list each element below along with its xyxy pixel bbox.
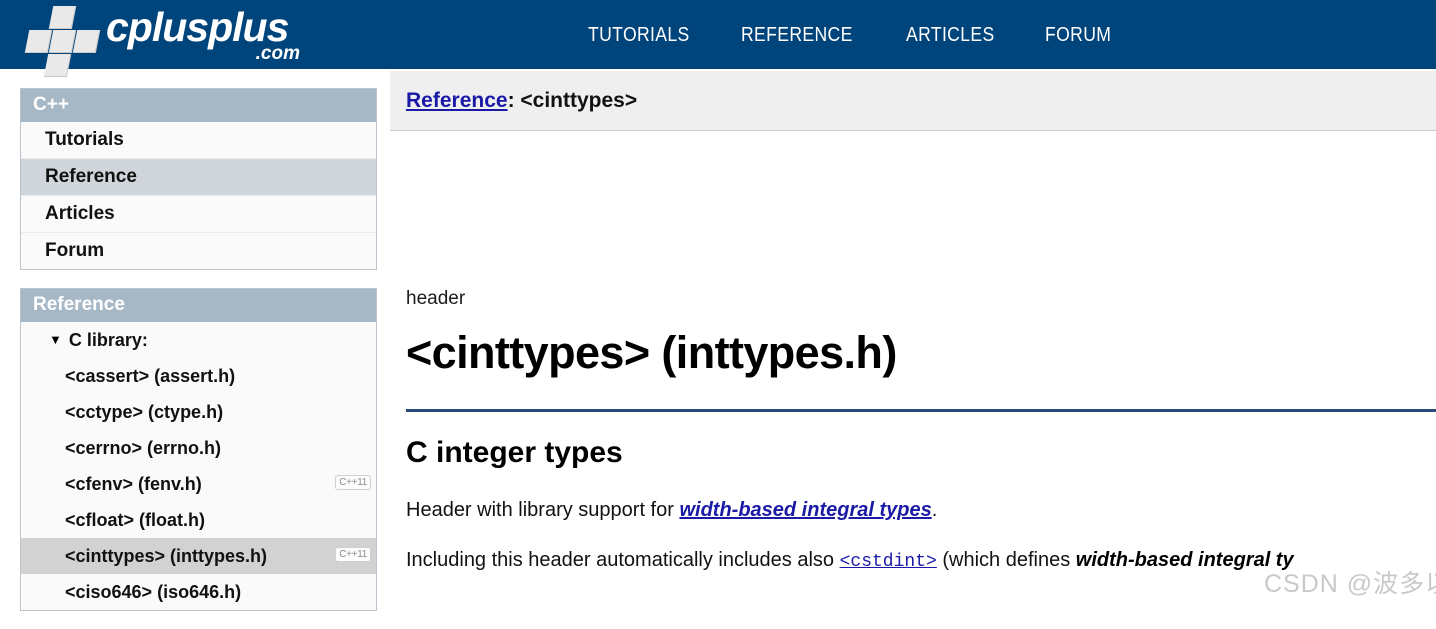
sidebar-item-forum[interactable]: Forum <box>21 232 376 269</box>
para1-text-after: . <box>931 499 938 522</box>
para2-text-before: Including this header automatically incl… <box>406 549 840 572</box>
reference-tree: ▼ C library: <cassert> (assert.h) <cctype… <box>21 322 376 610</box>
paragraph-includes: Including this header automatically incl… <box>406 546 1420 576</box>
site-logo[interactable]: cplusplus .com <box>22 0 306 77</box>
tree-item-label: <cfenv> (fenv.h) <box>65 474 202 494</box>
cpp-panel-title: C++ <box>21 89 376 122</box>
site-header: cplusplus .com TUTORIALS REFERENCE ARTIC… <box>0 0 1436 77</box>
link-cstdint[interactable]: <cstdint> <box>840 552 937 572</box>
tree-item-cerrno[interactable]: <cerrno> (errno.h) <box>21 430 376 466</box>
tree-item-cfenv[interactable]: <cfenv> (fenv.h) C++11 <box>21 466 376 502</box>
cpp-panel-list: Tutorials Reference Articles Forum <box>21 122 376 269</box>
tree-item-cfloat[interactable]: <cfloat> (float.h) <box>21 502 376 538</box>
tree-item-label: <cctype> (ctype.h) <box>65 402 224 422</box>
article: header <cinttypes> (inttypes.h) C intege… <box>390 288 1436 576</box>
tree-item-label: <cassert> (assert.h) <box>65 366 236 386</box>
link-width-based-integral-types[interactable]: width-based integral types <box>679 499 931 521</box>
cpp11-badge: C++11 <box>335 475 371 490</box>
logo-wordmark: cplusplus .com <box>106 4 306 66</box>
para2-text-mid: (which defines <box>936 549 1076 572</box>
breadcrumb-link-reference[interactable]: Reference <box>406 89 508 113</box>
section-heading: C integer types <box>406 436 623 470</box>
tree-item-label: <cfloat> (float.h) <box>65 510 206 530</box>
tree-item-c-library[interactable]: ▼ C library: <box>21 322 376 358</box>
logo-main-text: cplusplus <box>106 4 289 50</box>
nav-item-tutorials[interactable]: TUTORIALS <box>588 24 690 47</box>
nav-item-articles[interactable]: ARTICLES <box>906 24 995 47</box>
tree-item-label: <cinttypes> (inttypes.h) <box>65 546 268 566</box>
sidebar-item-tutorials[interactable]: Tutorials <box>21 122 376 158</box>
page-title: <cinttypes> (inttypes.h) <box>406 327 897 378</box>
primary-nav: TUTORIALS REFERENCE ARTICLES FORUM <box>550 0 1436 70</box>
reference-panel: Reference ▼ C library: <cassert> (assert.… <box>20 288 377 611</box>
cpp11-badge: C++11 <box>335 547 371 562</box>
tree-item-label: <cerrno> (errno.h) <box>65 438 222 458</box>
title-divider <box>406 409 1436 413</box>
tree-item-label: <ciso646> (iso646.h) <box>65 582 242 602</box>
breadcrumb: Reference : <cinttypes> <box>390 71 1436 131</box>
paragraph-description: Header with library support for width-ba… <box>406 496 1420 524</box>
para2-emphasis: width-based integral ty <box>1075 549 1294 572</box>
reference-panel-title: Reference <box>21 289 376 322</box>
tree-item-cassert[interactable]: <cassert> (assert.h) <box>21 358 376 394</box>
tree-item-ciso646[interactable]: <ciso646> (iso646.h) <box>21 574 376 610</box>
logo-suffix-text: .com <box>255 43 300 64</box>
article-kicker: header <box>406 288 466 309</box>
tree-item-cinttypes[interactable]: <cinttypes> (inttypes.h) C++11 <box>21 538 376 574</box>
chevron-down-icon[interactable]: ▼ <box>49 328 62 352</box>
sidebar-item-reference[interactable]: Reference <box>21 158 376 195</box>
para1-text-before: Header with library support for <box>406 499 680 522</box>
breadcrumb-current: : <cinttypes> <box>507 88 638 112</box>
nav-item-reference[interactable]: REFERENCE <box>741 24 853 47</box>
main-content: Reference : <cinttypes> header <cinttype… <box>390 71 1436 603</box>
sidebar-item-articles[interactable]: Articles <box>21 195 376 232</box>
cpp-panel: C++ Tutorials Reference Articles Forum <box>20 88 377 270</box>
sidebar: C++ Tutorials Reference Articles Forum R… <box>20 88 377 629</box>
plus-cross-icon <box>22 4 101 77</box>
nav-item-forum[interactable]: FORUM <box>1045 24 1111 47</box>
tree-item-label: C library: <box>68 330 148 350</box>
tree-item-cctype[interactable]: <cctype> (ctype.h) <box>21 394 376 430</box>
